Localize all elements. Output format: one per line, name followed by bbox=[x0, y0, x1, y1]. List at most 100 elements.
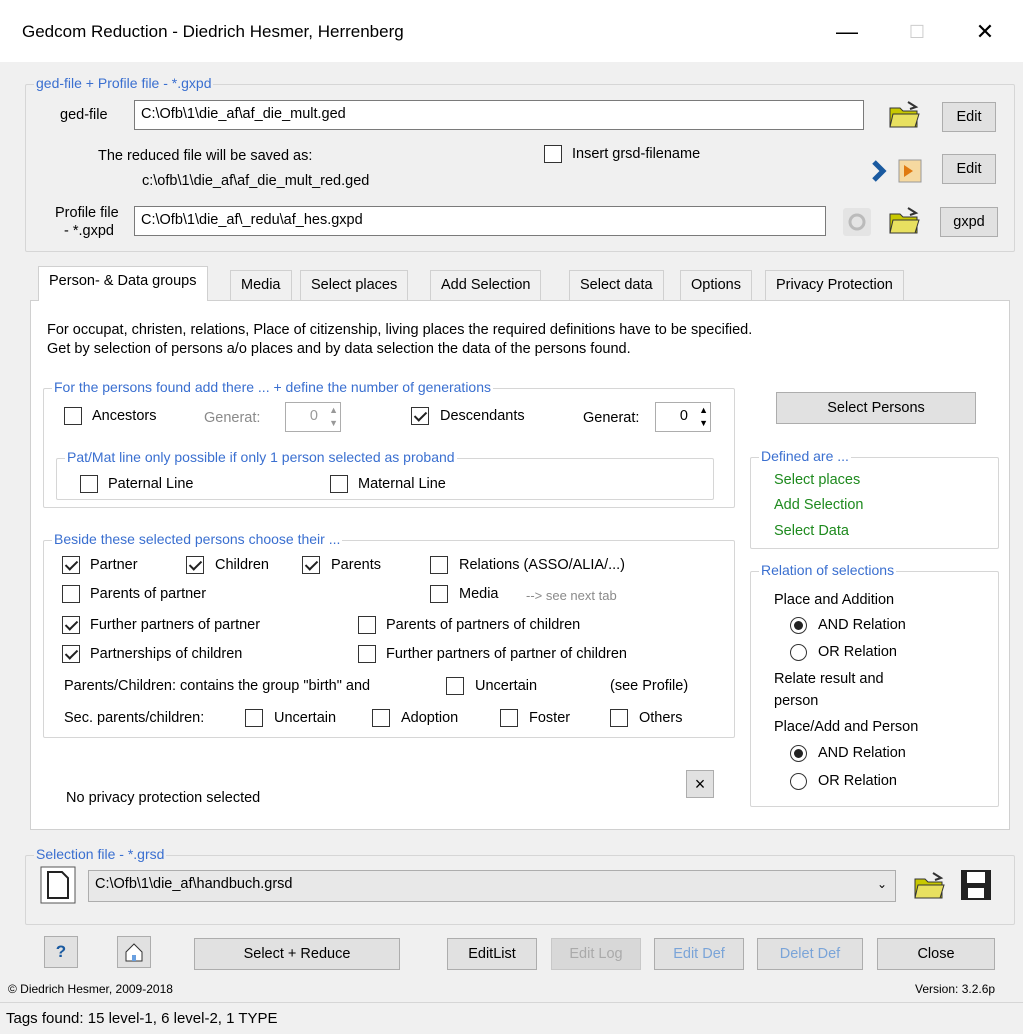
open-selection-folder-icon[interactable] bbox=[913, 871, 945, 901]
help-button[interactable]: ? bbox=[44, 936, 78, 968]
tab-select-data[interactable]: Select data bbox=[569, 270, 664, 300]
ged-file-field[interactable]: C:\Ofb\1\die_af\af_die_mult.ged bbox=[134, 100, 864, 130]
spinner-arrows-icon[interactable]: ▲ ▼ bbox=[699, 404, 708, 430]
home-button[interactable] bbox=[117, 936, 151, 968]
descendants-generations-value: 0 bbox=[679, 408, 688, 424]
tab-person-data-groups[interactable]: Person- & Data groups bbox=[38, 266, 208, 301]
and-relation-2-radio[interactable] bbox=[790, 745, 807, 762]
birth-uncertain-checkbox[interactable] bbox=[446, 677, 464, 695]
relations-checkbox[interactable] bbox=[430, 556, 448, 574]
partnerships-children-checkbox[interactable] bbox=[62, 645, 80, 663]
sec-uncertain-checkbox[interactable] bbox=[245, 709, 263, 727]
generations-legend: For the persons found add there ... + de… bbox=[52, 379, 494, 395]
defined-item-select-data: Select Data bbox=[774, 523, 849, 539]
selection-legend: Selection file - *.grsd bbox=[34, 846, 167, 862]
minimize-button[interactable]: — bbox=[822, 14, 872, 50]
parents-checkbox[interactable] bbox=[302, 556, 320, 574]
children-checkbox[interactable] bbox=[186, 556, 204, 574]
new-file-icon[interactable] bbox=[40, 866, 76, 904]
open-file-icon[interactable] bbox=[896, 157, 924, 185]
parents-label: Parents bbox=[331, 557, 381, 573]
relate-result-label-1: Relate result and bbox=[774, 671, 884, 687]
save-icon[interactable] bbox=[960, 869, 992, 901]
close-window-button[interactable]: ✕ bbox=[960, 14, 1010, 50]
or-relation-1-radio[interactable] bbox=[790, 644, 807, 661]
gxpd-button[interactable]: gxpd bbox=[940, 207, 998, 237]
edit-saved-button[interactable]: Edit bbox=[942, 154, 996, 184]
relate-result-label-2: person bbox=[774, 693, 819, 709]
copyright: © Diedrich Hesmer, 2009-2018 bbox=[8, 982, 173, 996]
parents-of-partner-checkbox[interactable] bbox=[62, 585, 80, 603]
refresh-icon bbox=[843, 208, 871, 236]
select-reduce-button[interactable]: Select + Reduce bbox=[194, 938, 400, 970]
tab-select-places[interactable]: Select places bbox=[300, 270, 409, 300]
spinner-arrows-icon: ▲ ▼ bbox=[329, 405, 338, 428]
defined-item-add-selection: Add Selection bbox=[774, 497, 864, 513]
select-persons-button[interactable]: Select Persons bbox=[776, 392, 976, 424]
edit-ged-button[interactable]: Edit bbox=[942, 102, 996, 132]
children-label: Children bbox=[215, 557, 269, 573]
tab-media[interactable]: Media bbox=[230, 270, 292, 300]
selection-file-value: C:\Ofb\1\die_af\handbuch.grsd bbox=[95, 876, 293, 892]
media-checkbox[interactable] bbox=[430, 585, 448, 603]
close-button[interactable]: Close bbox=[877, 938, 995, 970]
insert-grsd-checkbox[interactable] bbox=[544, 145, 562, 163]
ancestors-checkbox[interactable] bbox=[64, 407, 82, 425]
tab-options[interactable]: Options bbox=[680, 270, 752, 300]
profile-label-1: Profile file bbox=[55, 205, 119, 221]
see-profile-label: (see Profile) bbox=[610, 678, 689, 694]
deletdef-button[interactable]: Delet Def bbox=[757, 938, 863, 970]
further-partners-children-checkbox[interactable] bbox=[358, 645, 376, 663]
selection-file-combo[interactable]: C:\Ofb\1\die_af\handbuch.grsd ⌄ bbox=[88, 870, 896, 902]
paternal-line-checkbox[interactable] bbox=[80, 475, 98, 493]
place-add-person-label: Place/Add and Person bbox=[774, 719, 919, 735]
editlist-button[interactable]: EditList bbox=[447, 938, 537, 970]
saved-as-label: The reduced file will be saved as: bbox=[98, 148, 313, 164]
ged-file-label: ged-file bbox=[60, 107, 108, 123]
generat-descendants-label: Generat: bbox=[583, 410, 640, 426]
or-relation-2-radio[interactable] bbox=[790, 773, 807, 790]
chevron-down-icon[interactable]: ⌄ bbox=[877, 877, 887, 891]
patmat-legend: Pat/Mat line only possible if only 1 per… bbox=[65, 449, 457, 465]
editdef-button[interactable]: Edit Def bbox=[654, 938, 744, 970]
and-relation-1-label: AND Relation bbox=[818, 617, 906, 633]
media-hint: --> see next tab bbox=[526, 588, 617, 603]
and-relation-1-radio[interactable] bbox=[790, 617, 807, 634]
descendants-checkbox[interactable] bbox=[411, 407, 429, 425]
saved-as-value: c:\ofb\1\die_af\af_die_mult_red.ged bbox=[142, 173, 370, 189]
partner-label: Partner bbox=[90, 557, 138, 573]
foster-label: Foster bbox=[529, 710, 571, 726]
home-icon bbox=[125, 943, 143, 962]
editlog-button: Edit Log bbox=[551, 938, 641, 970]
arrow-right-icon[interactable] bbox=[866, 158, 892, 184]
defined-item-select-places: Select places bbox=[774, 472, 861, 488]
or-relation-2-label: OR Relation bbox=[818, 773, 897, 789]
relations-label: Relations (ASSO/ALIA/...) bbox=[459, 557, 626, 573]
sec-uncertain-label: Uncertain bbox=[274, 710, 337, 726]
open-folder-icon[interactable] bbox=[888, 100, 920, 130]
tab-privacy-protection[interactable]: Privacy Protection bbox=[765, 270, 904, 300]
partner-checkbox[interactable] bbox=[62, 556, 80, 574]
files-legend: ged-file + Profile file - *.gxpd bbox=[34, 75, 214, 91]
birth-text: Parents/Children: contains the group "bi… bbox=[64, 678, 371, 694]
parents-partners-children-checkbox[interactable] bbox=[358, 616, 376, 634]
maternal-line-checkbox[interactable] bbox=[330, 475, 348, 493]
paternal-line-label: Paternal Line bbox=[108, 476, 194, 492]
profile-file-field[interactable]: C:\Ofb\1\die_af\_redu\af_hes.gxpd bbox=[134, 206, 826, 236]
tab-add-selection[interactable]: Add Selection bbox=[430, 270, 542, 300]
open-profile-folder-icon[interactable] bbox=[888, 206, 920, 236]
further-partners-label: Further partners of partner bbox=[90, 617, 261, 633]
adoption-label: Adoption bbox=[401, 710, 459, 726]
descendants-generations-stepper[interactable]: 0 ▲ ▼ bbox=[655, 402, 711, 432]
further-partners-checkbox[interactable] bbox=[62, 616, 80, 634]
adoption-checkbox[interactable] bbox=[372, 709, 390, 727]
foster-checkbox[interactable] bbox=[500, 709, 518, 727]
clear-privacy-button[interactable]: × bbox=[686, 770, 714, 798]
version: Version: 3.2.6p bbox=[915, 982, 996, 996]
maternal-line-label: Maternal Line bbox=[358, 476, 446, 492]
insert-grsd-label: Insert grsd-filename bbox=[572, 146, 701, 162]
others-checkbox[interactable] bbox=[610, 709, 628, 727]
ancestors-label: Ancestors bbox=[92, 408, 157, 424]
profile-label-2: - *.gxpd bbox=[64, 223, 114, 239]
parents-partners-children-label: Parents of partners of children bbox=[386, 617, 581, 633]
